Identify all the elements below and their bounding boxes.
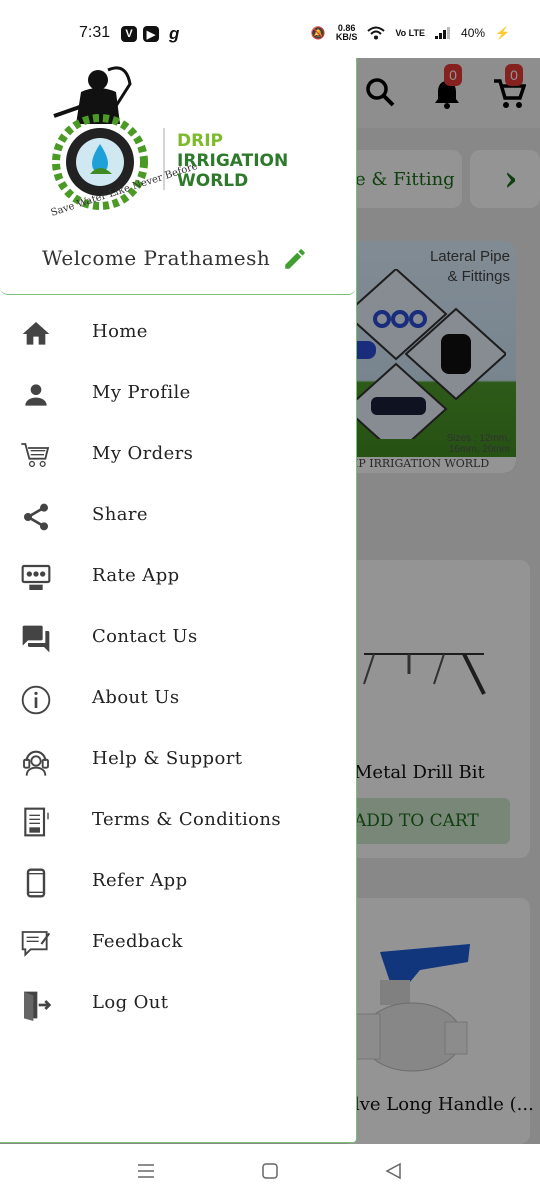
edit-pencil-icon[interactable] bbox=[282, 246, 308, 272]
menu-item-about-us[interactable]: About Us bbox=[0, 672, 356, 726]
menu-item-terms-conditions[interactable]: Terms & Conditions bbox=[0, 794, 356, 848]
welcome-text: Welcome Prathamesh bbox=[42, 246, 271, 270]
g-app-icon: g bbox=[169, 24, 180, 43]
feedback-icon bbox=[21, 931, 51, 957]
youtube-icon: ▶ bbox=[143, 26, 159, 42]
status-bar: 7:31 V ▶ g 🔕 0.86 KB/S Vo LTE 40% ⚡ bbox=[0, 0, 540, 58]
wifi-icon bbox=[367, 26, 386, 40]
brand-wordmark: DRIP IRRIGATION WORLD bbox=[177, 131, 289, 191]
info-icon bbox=[21, 685, 51, 715]
chat-icon bbox=[22, 625, 50, 653]
menu-item-home[interactable]: Home bbox=[0, 306, 356, 360]
document-icon bbox=[24, 807, 49, 837]
home-icon bbox=[22, 322, 50, 345]
back-button[interactable] bbox=[385, 1162, 401, 1180]
menu-item-feedback[interactable]: Feedback bbox=[0, 916, 356, 970]
battery-level: 40% bbox=[461, 26, 486, 40]
recents-button[interactable] bbox=[137, 1162, 155, 1180]
menu-item-rate-app[interactable]: Rate App bbox=[0, 550, 356, 604]
status-right-icons: 🔕 0.86 KB/S Vo LTE 40% ⚡ bbox=[311, 24, 510, 42]
cart-icon bbox=[21, 443, 50, 468]
menu-item-share[interactable]: Share bbox=[0, 489, 356, 543]
notification-icons: V ▶ g bbox=[121, 24, 179, 44]
menu-item-my-orders[interactable]: My Orders bbox=[0, 428, 356, 482]
navigation-drawer: Save Water Like Never Before DRIP IRRIGA… bbox=[0, 58, 357, 1143]
menu-item-contact-us[interactable]: Contact Us bbox=[0, 611, 356, 665]
person-icon bbox=[25, 384, 47, 406]
rate-icon bbox=[21, 564, 51, 590]
menu-item-my-profile[interactable]: My Profile bbox=[0, 367, 356, 421]
headset-icon bbox=[23, 750, 49, 776]
menu-item-help-support[interactable]: Help & Support bbox=[0, 733, 356, 787]
logout-icon bbox=[24, 991, 52, 1021]
system-nav-bar bbox=[0, 1144, 540, 1200]
phone-icon bbox=[26, 868, 46, 898]
home-button[interactable] bbox=[262, 1162, 278, 1180]
status-time: 7:31 bbox=[79, 24, 111, 41]
mute-icon: 🔕 bbox=[310, 26, 326, 40]
share-icon bbox=[24, 503, 48, 531]
signal-icon bbox=[435, 27, 451, 39]
vpn-app-icon: V bbox=[121, 26, 137, 42]
menu-item-refer-app[interactable]: Refer App bbox=[0, 855, 356, 909]
volte-indicator: Vo LTE bbox=[395, 27, 426, 38]
menu-item-log-out[interactable]: Log Out bbox=[0, 977, 356, 1031]
charging-icon: ⚡ bbox=[495, 26, 510, 40]
network-speed: 0.86 KB/S bbox=[335, 23, 358, 42]
drawer-header: Save Water Like Never Before DRIP IRRIGA… bbox=[0, 58, 356, 295]
